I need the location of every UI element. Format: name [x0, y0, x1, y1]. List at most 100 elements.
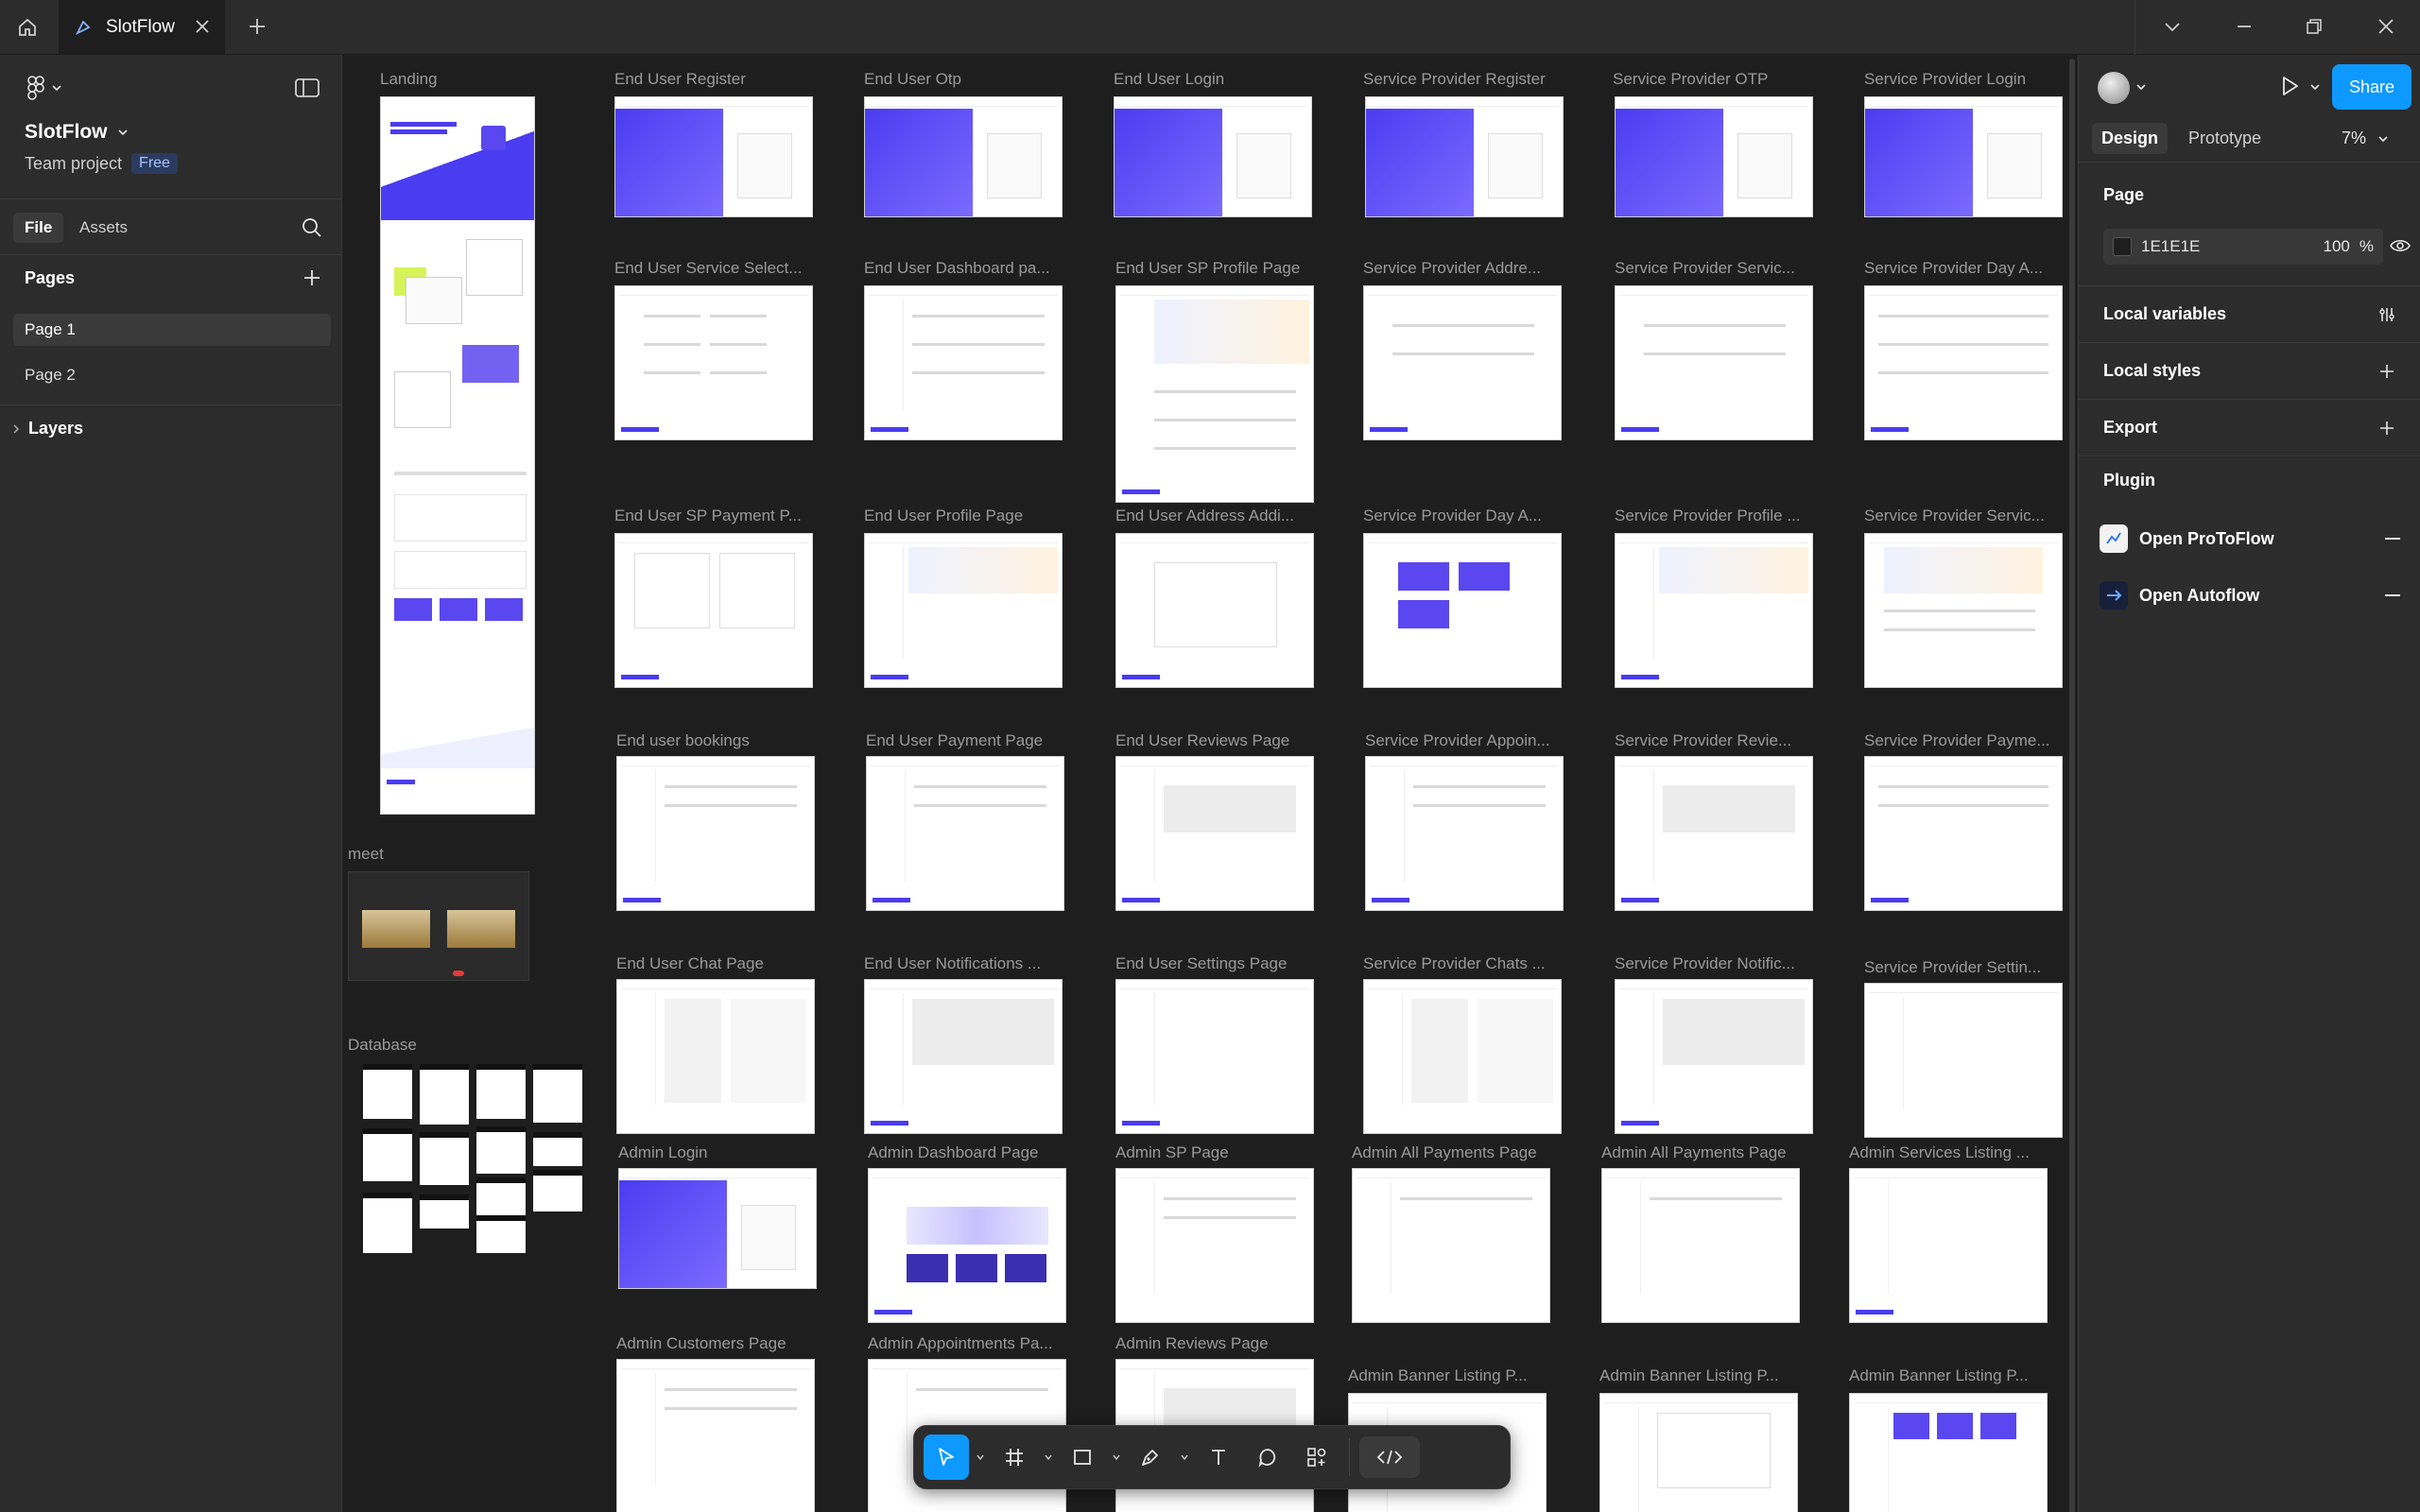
- frame-eu-settings[interactable]: [1115, 979, 1314, 1134]
- remove-plugin-icon[interactable]: [2385, 594, 2400, 596]
- frame-label[interactable]: Service Provider Revie...: [1615, 731, 1791, 750]
- db-table[interactable]: [533, 1132, 582, 1166]
- layers-section[interactable]: Layers: [0, 404, 342, 452]
- file-tab[interactable]: SlotFlow: [59, 0, 225, 55]
- frame-sp-login[interactable]: [1864, 96, 2063, 217]
- frame-end-user-otp[interactable]: [864, 96, 1063, 217]
- frame-label[interactable]: End User Register: [614, 70, 746, 89]
- minimize-icon[interactable]: [2233, 15, 2256, 38]
- frame-sp-appointments[interactable]: [1365, 756, 1564, 911]
- frame-sp-services[interactable]: [1615, 285, 1813, 440]
- frame-label[interactable]: Admin SP Page: [1115, 1143, 1229, 1162]
- frame-label[interactable]: Admin Reviews Page: [1115, 1334, 1269, 1353]
- avatar[interactable]: [2098, 72, 2130, 104]
- frame-admin-customers[interactable]: [616, 1359, 815, 1512]
- color-hex[interactable]: 1E1E1E: [2141, 237, 2200, 256]
- tab-prototype[interactable]: Prototype: [2179, 123, 2271, 154]
- canvas[interactable]: Landing meet Database End User Register …: [342, 55, 2078, 1512]
- frame-admin-sp[interactable]: [1115, 1168, 1314, 1323]
- frame-label[interactable]: Service Provider OTP: [1613, 70, 1768, 89]
- db-table[interactable]: [476, 1215, 526, 1253]
- share-button[interactable]: Share: [2332, 64, 2411, 110]
- db-table[interactable]: [420, 1132, 469, 1185]
- plugin-autoflow[interactable]: Open Autoflow: [2100, 576, 2400, 614]
- home-button[interactable]: [0, 0, 55, 55]
- color-swatch[interactable]: [2113, 237, 2132, 256]
- close-tab-icon[interactable]: [193, 17, 212, 36]
- frame-label[interactable]: End User Payment Page: [866, 731, 1043, 750]
- frame-label[interactable]: End User SP Payment P...: [614, 507, 802, 525]
- comment-tool-button[interactable]: [1245, 1435, 1290, 1480]
- frame-eu-sp-profile[interactable]: [1115, 285, 1314, 503]
- frame-label[interactable]: Admin Customers Page: [616, 1334, 786, 1353]
- frame-label[interactable]: meet: [348, 845, 384, 864]
- db-table[interactable]: [476, 1126, 526, 1174]
- frame-label[interactable]: Service Provider Day A...: [1864, 259, 2043, 278]
- local-styles-row[interactable]: Local styles: [2079, 342, 2420, 399]
- frame-eu-reviews[interactable]: [1115, 756, 1314, 911]
- frame-admin-services[interactable]: [1849, 1168, 2048, 1323]
- frame-admin-dashboard[interactable]: [868, 1168, 1066, 1323]
- frame-sp-address[interactable]: [1363, 285, 1562, 440]
- frame-label[interactable]: End User Settings Page: [1115, 954, 1287, 973]
- frame-label[interactable]: Admin Services Listing ...: [1849, 1143, 2030, 1162]
- opacity-field[interactable]: 100 %: [2324, 237, 2375, 256]
- search-icon[interactable]: [301, 216, 323, 239]
- frame-label[interactable]: Admin All Payments Page: [1601, 1143, 1787, 1162]
- tab-design[interactable]: Design: [2092, 123, 2169, 154]
- db-table[interactable]: [363, 1193, 412, 1253]
- db-table[interactable]: [363, 1128, 412, 1181]
- tab-file[interactable]: File: [13, 213, 64, 243]
- frame-label[interactable]: Service Provider Notific...: [1615, 954, 1795, 973]
- frame-admin-banner-2[interactable]: [1599, 1393, 1798, 1512]
- frame-eu-dashboard[interactable]: [864, 285, 1063, 440]
- frame-label[interactable]: Admin Banner Listing P...: [1348, 1366, 1528, 1385]
- dev-mode-toggle[interactable]: [1359, 1436, 1420, 1478]
- frame-admin-login[interactable]: [618, 1168, 817, 1289]
- frame-label[interactable]: Service Provider Servic...: [1615, 259, 1795, 278]
- remove-plugin-icon[interactable]: [2385, 538, 2400, 540]
- chevron-down-icon[interactable]: [2135, 81, 2147, 93]
- frame-label[interactable]: Service Provider Chats ...: [1363, 954, 1546, 973]
- pen-tool-menu[interactable]: [1177, 1452, 1192, 1462]
- text-tool-button[interactable]: [1196, 1435, 1241, 1480]
- frame-label[interactable]: Admin Login: [618, 1143, 708, 1162]
- frame-sp-settings[interactable]: [1864, 983, 2063, 1138]
- frame-label[interactable]: End User Profile Page: [864, 507, 1023, 525]
- page-item-1[interactable]: Page 1: [13, 314, 331, 346]
- frame-eu-sp-payment[interactable]: [614, 533, 813, 688]
- frame-admin-all-payments-2[interactable]: [1601, 1168, 1800, 1323]
- frame-label[interactable]: Service Provider Servic...: [1864, 507, 2045, 525]
- db-table[interactable]: [420, 1064, 469, 1125]
- frame-sp-chats[interactable]: [1363, 979, 1562, 1134]
- frame-label[interactable]: Service Provider Addre...: [1363, 259, 1541, 278]
- file-name-button[interactable]: SlotFlow: [25, 121, 129, 144]
- frame-label[interactable]: End User Address Addi...: [1115, 507, 1294, 525]
- frame-sp-payments[interactable]: [1864, 756, 2063, 911]
- frame-label[interactable]: Admin Dashboard Page: [868, 1143, 1039, 1162]
- frame-eu-service-select[interactable]: [614, 285, 813, 440]
- local-variables-row[interactable]: Local variables: [2079, 285, 2420, 342]
- frame-label[interactable]: Admin Banner Listing P...: [1599, 1366, 1779, 1385]
- frame-sp-day-availability-2[interactable]: [1363, 533, 1562, 688]
- variables-settings-icon[interactable]: [2377, 305, 2396, 324]
- frame-eu-profile[interactable]: [864, 533, 1063, 688]
- actions-tool-button[interactable]: [1294, 1435, 1340, 1480]
- frame-label[interactable]: End User Login: [1114, 70, 1224, 89]
- frame-label[interactable]: End User Reviews Page: [1115, 731, 1289, 750]
- frame-eu-address-add[interactable]: [1115, 533, 1314, 688]
- background-color-field[interactable]: 1E1E1E 100 %: [2103, 229, 2383, 265]
- page-item-2[interactable]: Page 2: [13, 359, 331, 391]
- chevron-down-icon[interactable]: [2161, 15, 2184, 38]
- frame-label[interactable]: End user bookings: [616, 731, 750, 750]
- frame-label[interactable]: Service Provider Login: [1864, 70, 2026, 89]
- zoom-dropdown[interactable]: 7%: [2342, 129, 2389, 148]
- frame-end-user-register[interactable]: [614, 96, 813, 217]
- frame-label[interactable]: Database: [348, 1036, 417, 1055]
- frame-sp-reviews[interactable]: [1615, 756, 1813, 911]
- chevron-down-icon[interactable]: [2309, 81, 2321, 93]
- frame-sp-otp[interactable]: [1615, 96, 1813, 217]
- frame-eu-notifications[interactable]: [864, 979, 1063, 1134]
- frame-label[interactable]: End User SP Profile Page: [1115, 259, 1300, 278]
- frame-tool-menu[interactable]: [1041, 1452, 1056, 1462]
